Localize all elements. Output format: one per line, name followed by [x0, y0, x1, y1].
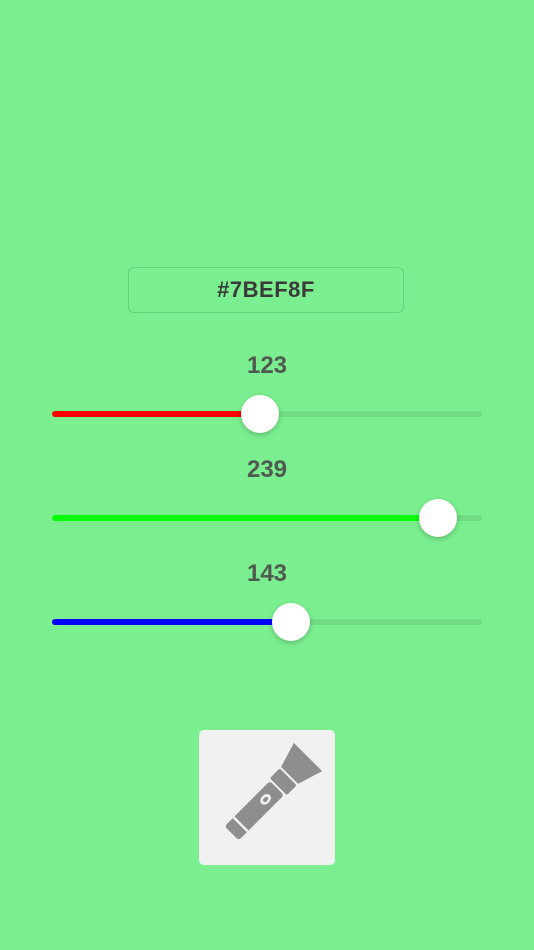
green-slider-fill [52, 515, 439, 521]
green-slider-thumb[interactable] [419, 499, 458, 537]
blue-slider-fill [52, 619, 291, 625]
hex-code-label: #7BEF8F [217, 277, 315, 302]
red-slider[interactable] [52, 395, 482, 433]
green-slider[interactable] [52, 499, 482, 537]
red-value-label: 123 [246, 352, 288, 379]
blue-slider-thumb[interactable] [271, 603, 310, 641]
blue-slider[interactable] [52, 603, 482, 641]
green-value-label: 239 [246, 456, 288, 483]
red-slider-thumb[interactable] [241, 395, 280, 433]
color-screen: #7BEF8F 123 239 143 [0, 0, 534, 950]
blue-value-label: 143 [246, 560, 288, 587]
flashlight-icon [225, 742, 323, 840]
hex-code-field[interactable]: #7BEF8F [128, 267, 404, 313]
flashlight-button[interactable] [199, 730, 335, 865]
red-slider-fill [52, 411, 261, 417]
